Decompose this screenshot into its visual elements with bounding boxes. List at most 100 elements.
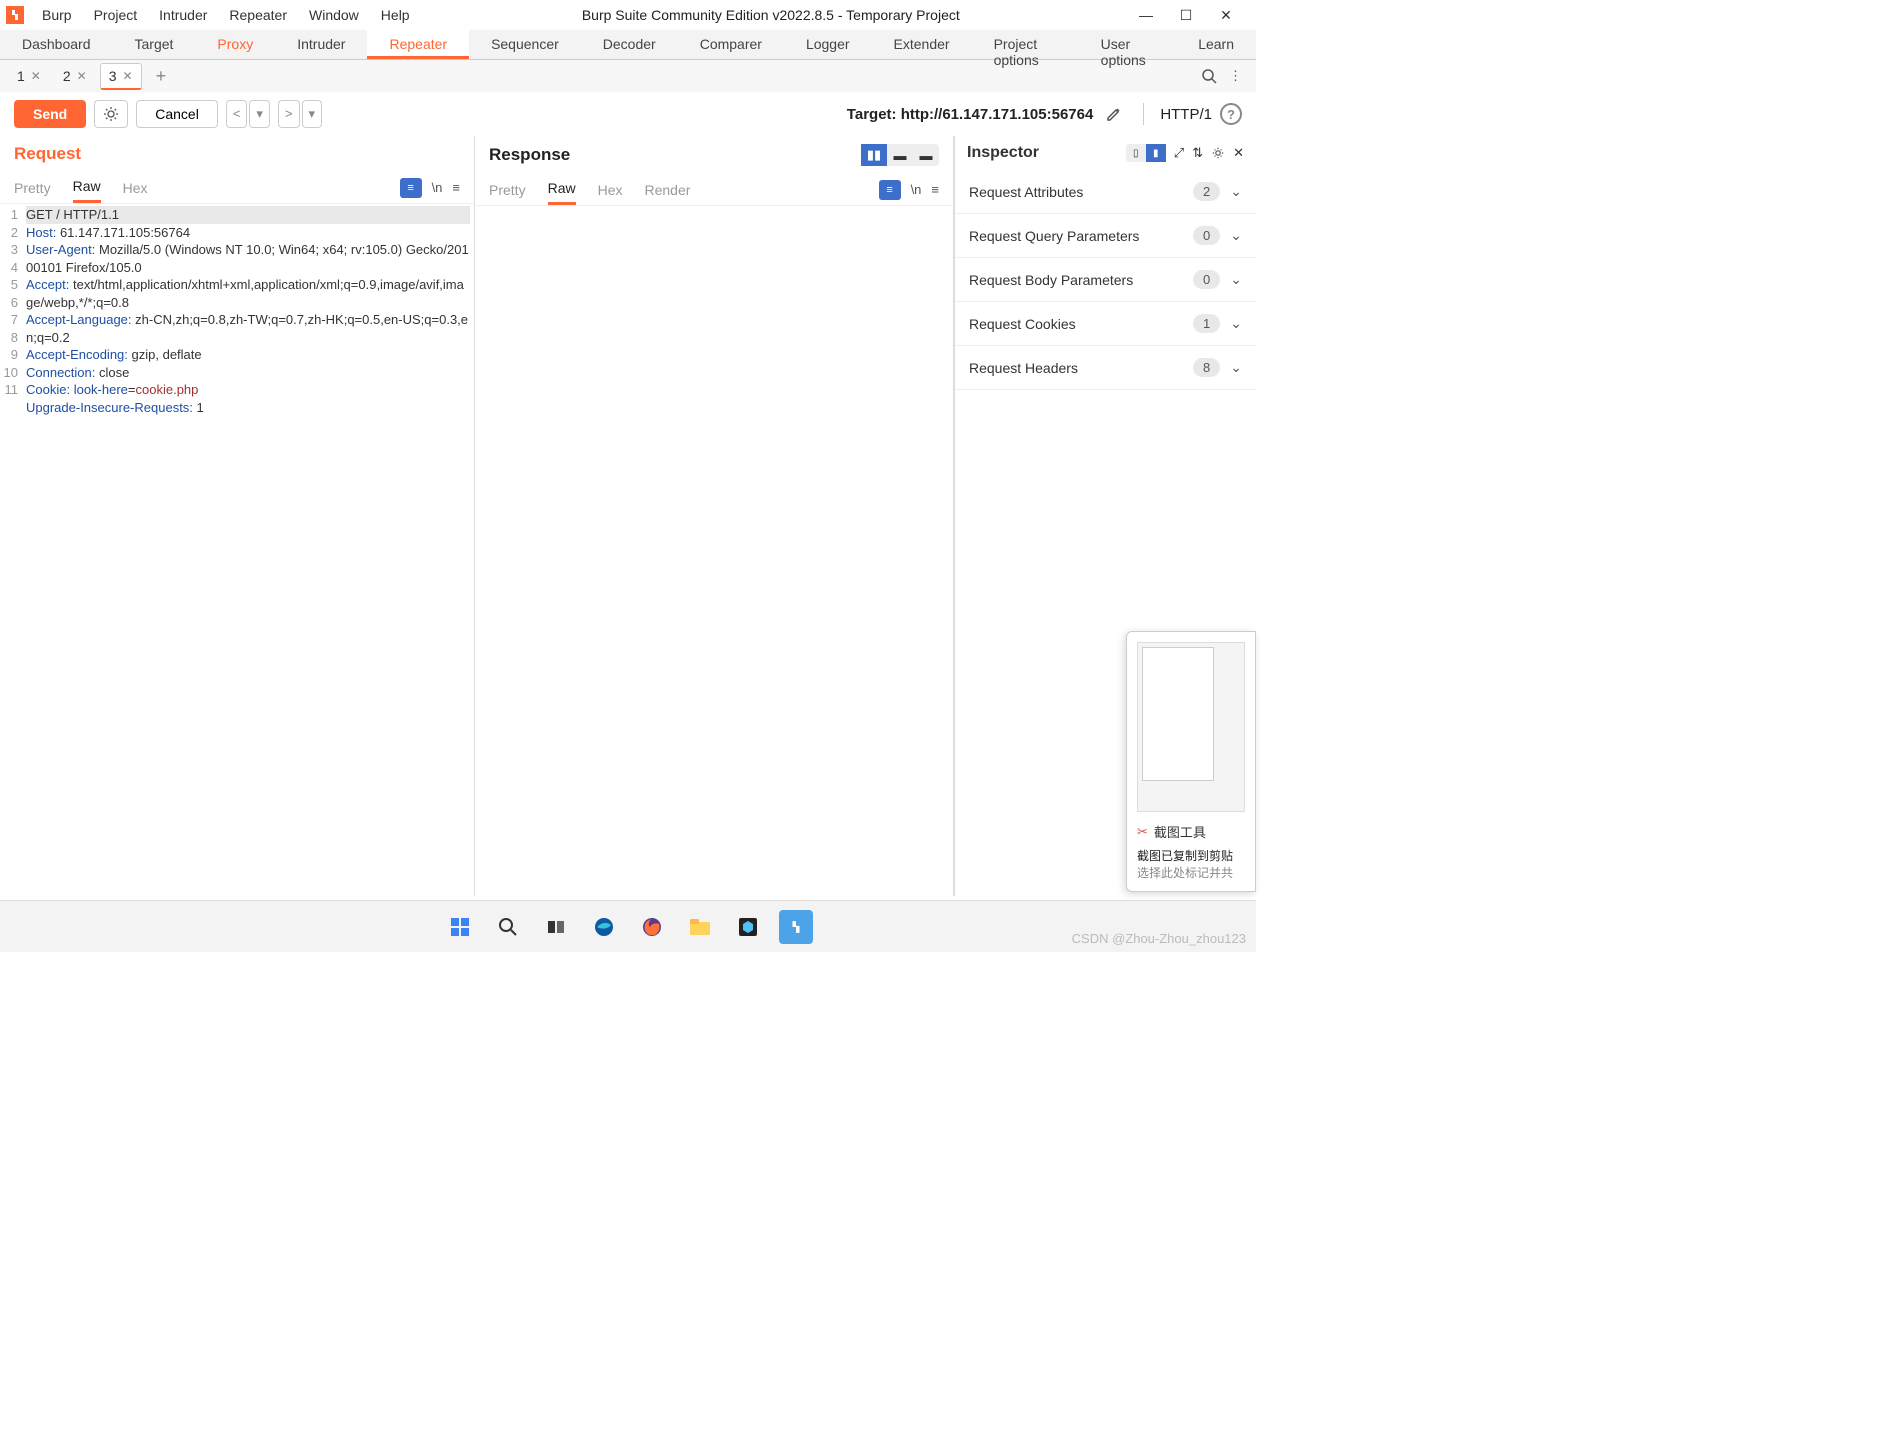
search-icon[interactable] bbox=[1201, 68, 1217, 84]
layout-columns-icon[interactable]: ▮▮ bbox=[861, 144, 887, 166]
main-tab-project-options[interactable]: Project options bbox=[972, 30, 1079, 59]
response-panel: Response ▮▮ ▬ ▬ Pretty Raw Hex Render ≡ … bbox=[475, 136, 954, 896]
response-menu-icon[interactable]: ≡ bbox=[931, 182, 939, 197]
main-tab-learn[interactable]: Learn bbox=[1176, 30, 1256, 59]
close-button[interactable]: ✕ bbox=[1212, 7, 1240, 24]
inspector-collapse-icon[interactable]: ⇅ bbox=[1192, 145, 1203, 161]
taskbar-burp-icon[interactable] bbox=[779, 910, 813, 944]
action-bar: Send Cancel < ▾ > ▾ Target: http://61.14… bbox=[0, 92, 1256, 136]
chevron-down-icon: ⌄ bbox=[1230, 271, 1242, 288]
taskbar-app-icon[interactable] bbox=[731, 910, 765, 944]
more-icon[interactable]: ⋮ bbox=[1229, 68, 1242, 84]
chevron-down-icon: ⌄ bbox=[1230, 183, 1242, 200]
inspector-row-request-query-parameters[interactable]: Request Query Parameters0⌄ bbox=[955, 214, 1256, 258]
main-tab-comparer[interactable]: Comparer bbox=[678, 30, 784, 59]
main-tab-sequencer[interactable]: Sequencer bbox=[469, 30, 581, 59]
inspector-row-request-cookies[interactable]: Request Cookies1⌄ bbox=[955, 302, 1256, 346]
main-tab-target[interactable]: Target bbox=[113, 30, 196, 59]
history-back-button[interactable]: < bbox=[226, 100, 248, 128]
request-newline-icon[interactable]: \n bbox=[432, 180, 443, 195]
request-panel: Request Pretty Raw Hex ≡ \n ≡ 1234567891… bbox=[0, 136, 475, 896]
menu-repeater[interactable]: Repeater bbox=[219, 3, 297, 27]
inspector-layout-a[interactable]: ▯ bbox=[1126, 144, 1146, 162]
request-editor[interactable]: 1234567891011 GET / HTTP/1.1Host: 61.147… bbox=[0, 204, 474, 896]
menu-window[interactable]: Window bbox=[299, 3, 369, 27]
http-version-toggle[interactable]: HTTP/1 bbox=[1160, 106, 1212, 123]
request-tab-hex[interactable]: Hex bbox=[123, 174, 148, 202]
taskbar-taskview-icon[interactable] bbox=[539, 910, 573, 944]
menu-project[interactable]: Project bbox=[84, 3, 148, 27]
start-button[interactable] bbox=[443, 910, 477, 944]
response-tab-raw[interactable]: Raw bbox=[548, 174, 576, 205]
menu-help[interactable]: Help bbox=[371, 3, 420, 27]
main-tab-dashboard[interactable]: Dashboard bbox=[0, 30, 113, 59]
response-editor[interactable] bbox=[475, 206, 953, 896]
inspector-settings-icon[interactable] bbox=[1211, 146, 1225, 160]
repeater-tab-1[interactable]: 1✕ bbox=[8, 63, 50, 90]
close-tab-icon[interactable]: ✕ bbox=[123, 69, 133, 83]
repeater-tab-2[interactable]: 2✕ bbox=[54, 63, 96, 90]
window-title: Burp Suite Community Edition v2022.8.5 -… bbox=[420, 7, 1122, 23]
response-tab-render[interactable]: Render bbox=[645, 176, 691, 204]
snip-message-2: 选择此处标记并共 bbox=[1137, 864, 1245, 881]
request-actions-icon[interactable]: ≡ bbox=[400, 178, 422, 198]
request-tab-raw[interactable]: Raw bbox=[73, 172, 101, 203]
inspector-row-request-headers[interactable]: Request Headers8⌄ bbox=[955, 346, 1256, 390]
main-tabs: DashboardTargetProxyIntruderRepeaterSequ… bbox=[0, 30, 1256, 60]
settings-button[interactable] bbox=[94, 100, 128, 128]
main-tab-user-options[interactable]: User options bbox=[1079, 30, 1177, 59]
tab-label: 2 bbox=[63, 68, 71, 84]
request-menu-icon[interactable]: ≡ bbox=[452, 180, 460, 195]
workspace: Request Pretty Raw Hex ≡ \n ≡ 1234567891… bbox=[0, 136, 1256, 896]
inspector-layout-toggle[interactable]: ▯ ▮ bbox=[1126, 144, 1166, 162]
inspector-title: Inspector bbox=[967, 144, 1118, 162]
main-tab-repeater[interactable]: Repeater bbox=[367, 30, 469, 59]
snipping-tool-notification[interactable]: ✂ 截图工具 截图已复制到剪贴 选择此处标记并共 bbox=[1126, 631, 1256, 892]
history-back-dropdown[interactable]: ▾ bbox=[249, 100, 270, 128]
help-button[interactable]: ? bbox=[1220, 103, 1242, 125]
scissors-icon: ✂ bbox=[1137, 824, 1148, 840]
snip-preview bbox=[1137, 642, 1245, 812]
send-button[interactable]: Send bbox=[14, 100, 86, 128]
response-tab-pretty[interactable]: Pretty bbox=[489, 176, 526, 204]
main-tab-proxy[interactable]: Proxy bbox=[195, 30, 275, 59]
layout-rows-icon[interactable]: ▬ bbox=[913, 144, 939, 166]
close-tab-icon[interactable]: ✕ bbox=[31, 69, 41, 83]
response-newline-icon[interactable]: \n bbox=[911, 182, 922, 197]
inspector-row-request-body-parameters[interactable]: Request Body Parameters0⌄ bbox=[955, 258, 1256, 302]
add-tab-button[interactable]: + bbox=[146, 66, 177, 87]
menu-intruder[interactable]: Intruder bbox=[149, 3, 217, 27]
edit-target-button[interactable] bbox=[1101, 101, 1127, 127]
maximize-button[interactable]: ☐ bbox=[1172, 7, 1200, 24]
inspector-row-label: Request Attributes bbox=[969, 184, 1193, 200]
main-tab-intruder[interactable]: Intruder bbox=[275, 30, 367, 59]
inspector-row-count: 0 bbox=[1193, 270, 1220, 289]
cancel-button[interactable]: Cancel bbox=[136, 100, 218, 128]
main-tab-logger[interactable]: Logger bbox=[784, 30, 872, 59]
menu-burp[interactable]: Burp bbox=[32, 3, 82, 27]
minimize-button[interactable]: — bbox=[1132, 7, 1160, 23]
repeater-tab-3[interactable]: 3✕ bbox=[100, 63, 142, 90]
history-forward-button[interactable]: > bbox=[278, 100, 300, 128]
response-actions-icon[interactable]: ≡ bbox=[879, 180, 901, 200]
history-forward-dropdown[interactable]: ▾ bbox=[302, 100, 323, 128]
chevron-down-icon: ⌄ bbox=[1230, 227, 1242, 244]
burp-app-icon bbox=[6, 6, 24, 24]
taskbar-edge-icon[interactable] bbox=[587, 910, 621, 944]
response-tab-hex[interactable]: Hex bbox=[598, 176, 623, 204]
inspector-row-request-attributes[interactable]: Request Attributes2⌄ bbox=[955, 170, 1256, 214]
request-tab-pretty[interactable]: Pretty bbox=[14, 174, 51, 202]
layout-single-icon[interactable]: ▬ bbox=[887, 144, 913, 166]
layout-toggle[interactable]: ▮▮ ▬ ▬ bbox=[861, 144, 939, 166]
inspector-layout-b[interactable]: ▮ bbox=[1146, 144, 1166, 162]
inspector-row-label: Request Cookies bbox=[969, 316, 1193, 332]
taskbar-explorer-icon[interactable] bbox=[683, 910, 717, 944]
main-tab-extender[interactable]: Extender bbox=[872, 30, 972, 59]
taskbar-search-icon[interactable] bbox=[491, 910, 525, 944]
close-tab-icon[interactable]: ✕ bbox=[77, 69, 87, 83]
inspector-close-icon[interactable]: ✕ bbox=[1233, 145, 1244, 161]
taskbar-firefox-icon[interactable] bbox=[635, 910, 669, 944]
watermark: CSDN @Zhou-Zhou_zhou123 bbox=[1072, 931, 1246, 946]
inspector-expand-icon[interactable]: ⤢ bbox=[1174, 145, 1184, 161]
main-tab-decoder[interactable]: Decoder bbox=[581, 30, 678, 59]
